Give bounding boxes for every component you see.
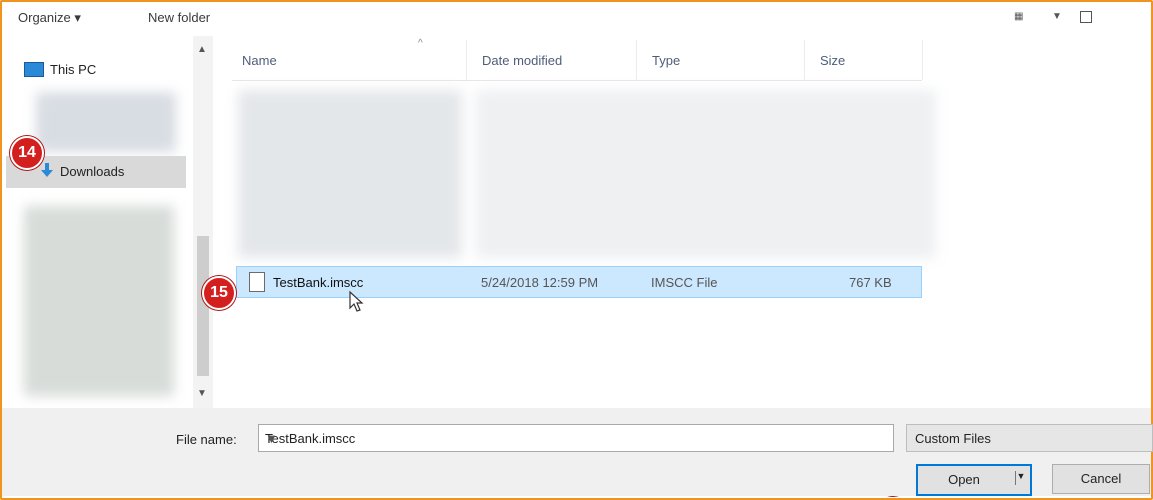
file-name-cell: TestBank.imscc <box>273 275 364 290</box>
file-name-value: TestBank.imscc <box>265 431 356 446</box>
sidebar-item-label: Downloads <box>60 164 125 179</box>
sort-ascending-icon: ^ <box>418 38 423 49</box>
cancel-button[interactable]: Cancel <box>1052 464 1150 494</box>
chevron-down-icon[interactable]: ▼ <box>265 431 278 446</box>
blurred-file-rows <box>476 90 936 258</box>
new-folder-button[interactable]: New folder <box>148 10 210 25</box>
column-divider[interactable] <box>922 40 923 80</box>
column-header-size[interactable]: Size <box>820 53 845 68</box>
scroll-up-icon[interactable]: ▲ <box>197 44 207 55</box>
table-row-testbank[interactable]: TestBank.imscc 5/24/2018 12:59 PM IMSCC … <box>236 266 922 298</box>
column-header-date-modified[interactable]: Date modified <box>482 53 562 68</box>
file-name-input[interactable]: TestBank.imscc ▼ <box>258 424 894 452</box>
toolbar: Organize ▾ New folder ▦ ▼ <box>2 2 1151 32</box>
step-badge-15: 15 <box>202 276 236 310</box>
sidebar-item-label: This PC <box>50 62 97 77</box>
nav-scrollbar[interactable]: ▲ ▼ <box>193 36 213 408</box>
file-type-filter-label: Custom Files <box>915 431 991 446</box>
sidebar-item-this-pc[interactable]: This PC <box>24 62 96 77</box>
file-name-label: File name: <box>176 432 237 447</box>
open-button-label: Open <box>948 472 980 487</box>
file-date-cell: 5/24/2018 12:59 PM <box>481 275 599 290</box>
file-size-cell: 767 KB <box>849 275 892 290</box>
column-divider[interactable] <box>466 40 467 80</box>
download-arrow-icon <box>41 163 53 177</box>
navigation-pane: This PC <box>16 36 192 406</box>
column-divider[interactable] <box>636 40 637 80</box>
file-icon <box>249 272 265 292</box>
file-list-header: ^ Name Date modified Type Size <box>232 38 923 81</box>
column-header-name[interactable]: Name <box>242 53 277 68</box>
chevron-down-icon[interactable]: ▼ <box>1052 11 1062 22</box>
mouse-cursor-icon <box>349 290 364 312</box>
file-type-cell: IMSCC File <box>651 275 718 290</box>
preview-pane-icon[interactable] <box>1080 11 1092 23</box>
blurred-nav-items <box>36 92 176 152</box>
blurred-file-rows <box>238 90 462 258</box>
column-header-type[interactable]: Type <box>652 53 680 68</box>
column-divider[interactable] <box>804 40 805 80</box>
blurred-nav-items <box>24 206 174 396</box>
scroll-down-icon[interactable]: ▼ <box>197 388 207 399</box>
step-badge-14: 14 <box>10 136 44 170</box>
file-type-filter[interactable]: Custom Files <box>906 424 1153 452</box>
organize-button[interactable]: Organize ▾ <box>18 10 81 26</box>
view-options-icon[interactable]: ▦ <box>1014 11 1023 22</box>
open-button[interactable]: Open ▼ <box>916 464 1032 496</box>
computer-icon <box>24 62 44 77</box>
split-dropdown-icon[interactable]: ▼ <box>1015 471 1026 485</box>
cancel-button-label: Cancel <box>1080 471 1122 486</box>
